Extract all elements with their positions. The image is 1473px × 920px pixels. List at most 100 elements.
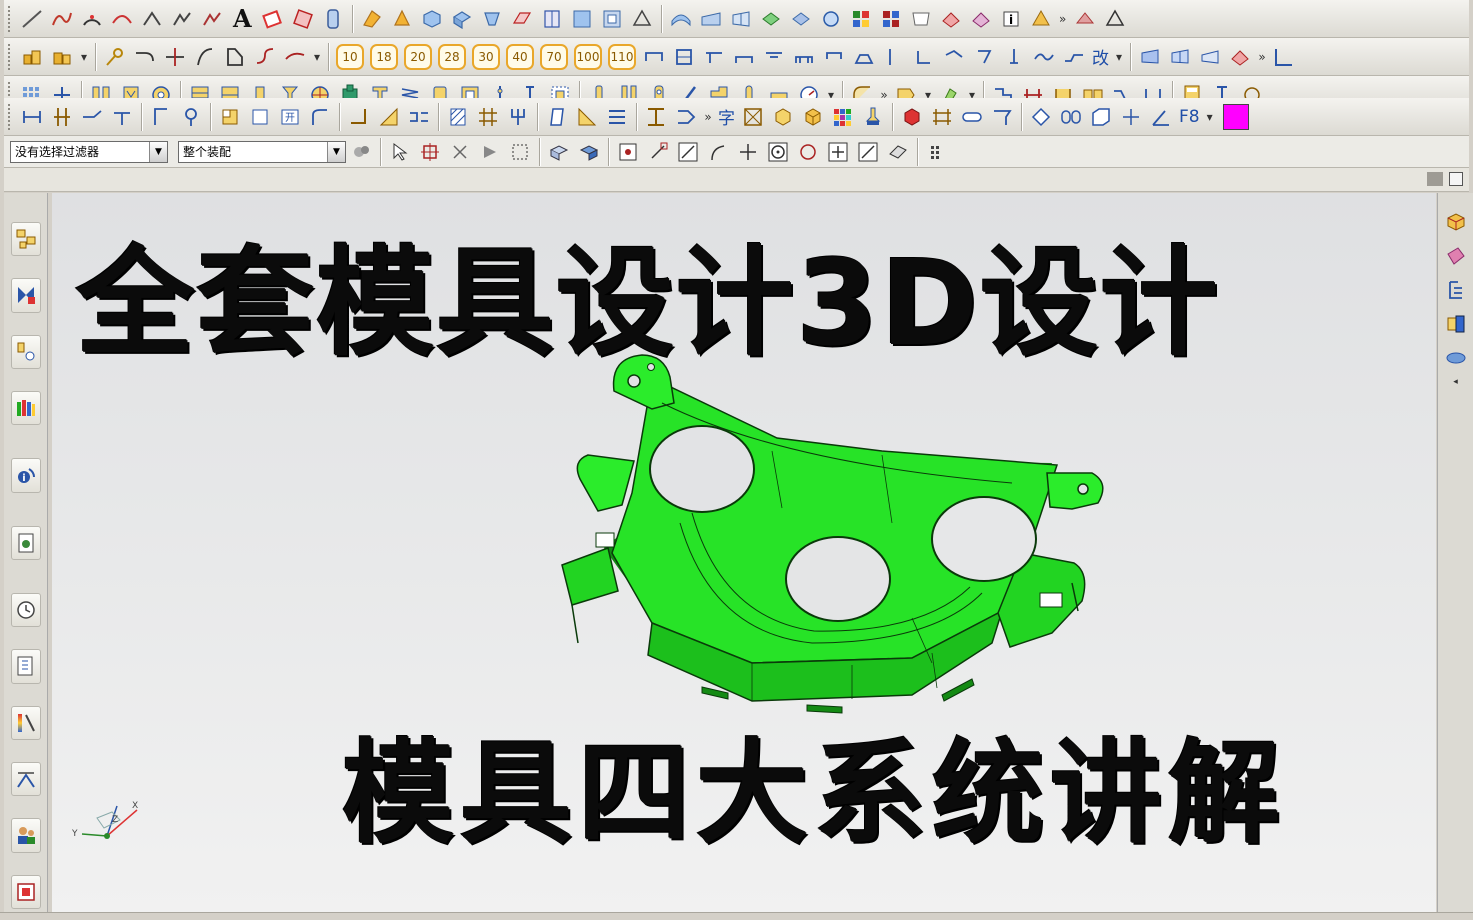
flag-shape-icon[interactable] — [987, 102, 1017, 132]
runner-icon[interactable] — [47, 102, 77, 132]
system-materials-icon[interactable] — [10, 649, 41, 684]
sew-surface-icon[interactable] — [696, 4, 726, 34]
stand-tool-icon[interactable] — [789, 42, 819, 72]
snap-arrow-icon[interactable] — [475, 137, 505, 167]
triangle-tool-icon[interactable] — [1100, 4, 1130, 34]
layer-list-icon[interactable] — [1442, 277, 1470, 303]
reference-set-icon[interactable] — [1442, 311, 1470, 337]
toolbar-overflow-icon[interactable]: » — [1255, 50, 1269, 64]
profile-tool-icon[interactable] — [220, 42, 250, 72]
hatch-tool-icon[interactable] — [443, 102, 473, 132]
bar-joint-icon[interactable] — [404, 102, 434, 132]
wave-curve-icon[interactable] — [1029, 42, 1059, 72]
hook-tool-icon[interactable] — [819, 42, 849, 72]
surface-flat-icon[interactable] — [1195, 42, 1225, 72]
channel-tool-icon[interactable] — [759, 42, 789, 72]
wave-link-icon[interactable] — [816, 4, 846, 34]
snap-any-icon[interactable] — [613, 137, 643, 167]
size-button[interactable]: 100 — [574, 43, 602, 70]
shell-tool-icon[interactable] — [447, 4, 477, 34]
arc-tool-icon[interactable] — [77, 4, 107, 34]
green-plastic-part-model[interactable] — [552, 343, 1112, 723]
cap-tool-icon[interactable] — [849, 42, 879, 72]
pillar-support-icon[interactable] — [641, 102, 671, 132]
cross-tool-icon[interactable] — [160, 42, 190, 72]
surface-blue-icon[interactable] — [1135, 42, 1165, 72]
fillet-tool-icon[interactable] — [197, 4, 227, 34]
snap-intersect-icon[interactable] — [733, 137, 763, 167]
trim-body-icon[interactable] — [507, 4, 537, 34]
info-icon[interactable]: i — [996, 4, 1026, 34]
sheet-fold-icon[interactable] — [1086, 102, 1116, 132]
sketch-tool-icon[interactable] — [258, 4, 288, 34]
arrow-shape-icon[interactable] — [671, 102, 701, 132]
loop-shape-icon[interactable] — [1056, 102, 1086, 132]
curve-trim-icon[interactable] — [190, 42, 220, 72]
curve-offset-icon[interactable] — [107, 4, 137, 34]
toolbar-grip[interactable] — [8, 5, 14, 32]
constraint-navigator-icon[interactable] — [10, 278, 41, 313]
chevron-down-icon[interactable]: ▼ — [149, 141, 167, 162]
step-curve-icon[interactable] — [1059, 42, 1089, 72]
size-button[interactable]: 10 — [336, 43, 364, 70]
toolbar-grip[interactable] — [8, 103, 14, 130]
process-studio-icon[interactable] — [10, 705, 41, 740]
slot-tool-icon[interactable] — [639, 42, 669, 72]
snap-point-icon[interactable] — [415, 137, 445, 167]
round-tool-icon[interactable] — [305, 102, 335, 132]
assembly-scope-dropdown[interactable]: 整个装配 ▼ — [178, 140, 346, 163]
reuse-library-icon[interactable] — [10, 390, 41, 426]
graphics-window[interactable]: 全套模具设计3D设计 模具四大系统讲解 X Y Z — [52, 193, 1436, 912]
revolve-tool-icon[interactable] — [387, 4, 417, 34]
plus-axis-icon[interactable] — [1116, 102, 1146, 132]
size-button[interactable]: 18 — [370, 43, 398, 70]
solid-body-icon[interactable] — [544, 137, 574, 167]
select-cursor-icon[interactable] — [385, 137, 415, 167]
chamfer-tool-icon[interactable] — [167, 4, 197, 34]
corner-l-icon[interactable] — [344, 102, 374, 132]
cylinder-tool-icon[interactable] — [318, 4, 348, 34]
roles-icon[interactable] — [10, 818, 41, 853]
bracket-tool-icon[interactable] — [939, 42, 969, 72]
note-tool-icon[interactable] — [906, 4, 936, 34]
base-tool-icon[interactable] — [729, 42, 759, 72]
render-style-icon[interactable] — [966, 4, 996, 34]
toolbar-overflow-icon[interactable]: » — [701, 110, 715, 124]
size-button[interactable]: 28 — [438, 43, 466, 70]
layer-color-icon[interactable] — [876, 4, 906, 34]
view-orient-icon[interactable] — [1269, 42, 1299, 72]
block-tool-icon[interactable] — [417, 4, 447, 34]
cube-solid-icon[interactable] — [798, 102, 828, 132]
toolbar-overflow-icon[interactable]: ▾ — [77, 50, 91, 64]
open-window-icon[interactable]: 开 — [275, 102, 305, 132]
snap-face-icon[interactable] — [883, 137, 913, 167]
toolbar-overflow-icon[interactable]: » — [1056, 12, 1070, 26]
parting-line-icon[interactable] — [17, 102, 47, 132]
angle-dim-icon[interactable] — [1146, 102, 1176, 132]
box-select-icon[interactable] — [505, 137, 535, 167]
part-navigator-icon[interactable] — [10, 334, 41, 369]
pattern-tool-icon[interactable] — [288, 4, 318, 34]
internet-explorer-icon[interactable]: i — [10, 458, 41, 493]
frame-hash-icon[interactable] — [927, 102, 957, 132]
lshape-tool-icon[interactable] — [909, 42, 939, 72]
list-lines-icon[interactable] — [602, 102, 632, 132]
snap-existing-icon[interactable] — [823, 137, 853, 167]
history-clock-icon[interactable] — [10, 592, 41, 628]
color-swatch[interactable] — [1222, 103, 1249, 130]
grid-dots-icon[interactable] — [922, 137, 952, 167]
unite-tool-icon[interactable] — [567, 4, 597, 34]
sheet-body-icon[interactable] — [574, 137, 604, 167]
move-part-icon[interactable] — [1026, 102, 1056, 132]
filter-settings-icon[interactable] — [346, 137, 376, 167]
seven-shape-icon[interactable] — [969, 42, 999, 72]
snap-line-icon[interactable] — [673, 137, 703, 167]
size-button[interactable]: 20 — [404, 43, 432, 70]
f8-button[interactable]: F8 — [1176, 107, 1203, 127]
chevron-down-icon[interactable]: ▼ — [327, 141, 345, 162]
tube-icon[interactable] — [957, 102, 987, 132]
text-tool-icon[interactable]: A — [227, 4, 258, 33]
size-button[interactable]: 30 — [472, 43, 500, 70]
snap-tangent-icon[interactable] — [703, 137, 733, 167]
cylinder-view-icon[interactable] — [1442, 345, 1470, 371]
